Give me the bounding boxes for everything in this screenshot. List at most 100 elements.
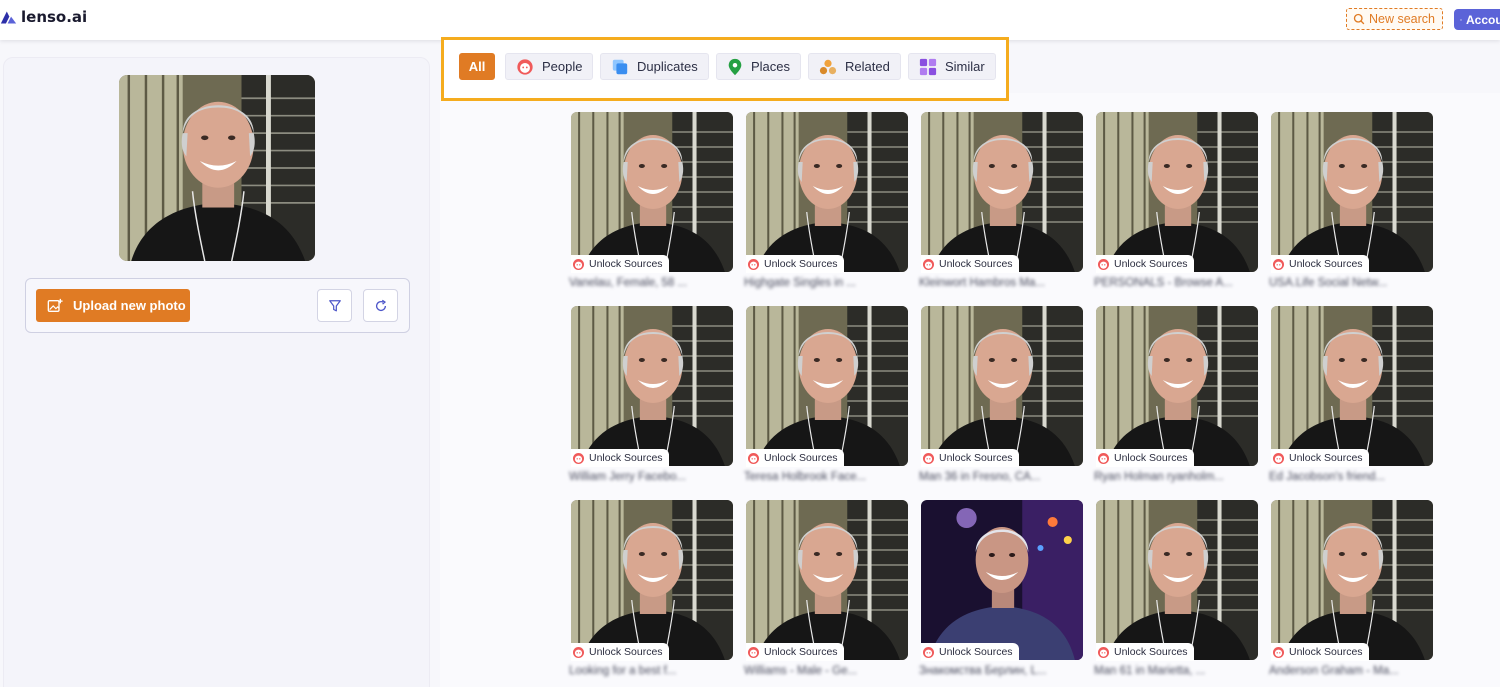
result-thumbnail[interactable] bbox=[1271, 112, 1433, 272]
unlock-sources-badge[interactable]: Unlock Sources bbox=[1271, 643, 1369, 661]
result-caption[interactable]: Teresa Holbrook Face... bbox=[744, 471, 909, 483]
portrait-image bbox=[921, 500, 1083, 660]
result-caption[interactable]: Vanelau, Female, 58 ... bbox=[569, 277, 734, 289]
unlock-sources-label: Unlock Sources bbox=[1114, 646, 1188, 658]
portrait-image bbox=[746, 306, 908, 466]
result-thumbnail[interactable] bbox=[746, 500, 908, 660]
result-thumbnail[interactable] bbox=[921, 306, 1083, 466]
unlock-sources-badge[interactable]: Unlock Sources bbox=[921, 449, 1019, 467]
account-label: Account bbox=[1466, 12, 1500, 27]
result-card[interactable]: Unlock Sources Ryan Holman ryanholm... bbox=[1094, 306, 1259, 491]
unlock-sources-badge[interactable]: Unlock Sources bbox=[746, 449, 844, 467]
tab-places[interactable]: Places bbox=[716, 53, 802, 80]
result-caption[interactable]: USA.Life Social Netw... bbox=[1269, 277, 1434, 289]
unlock-sources-label: Unlock Sources bbox=[764, 646, 838, 658]
result-card[interactable]: Unlock Sources William Jerry Facebo... bbox=[569, 306, 734, 491]
result-thumbnail[interactable] bbox=[921, 500, 1083, 660]
result-card[interactable]: Unlock Sources Teresa Holbrook Face... bbox=[744, 306, 909, 491]
tab-all[interactable]: All bbox=[459, 53, 495, 80]
filter-button[interactable] bbox=[317, 289, 352, 322]
result-thumbnail[interactable] bbox=[571, 500, 733, 660]
result-card[interactable]: Unlock Sources Looking for a best f... bbox=[569, 500, 734, 685]
result-caption[interactable]: Williams - Male - Ge... bbox=[744, 665, 909, 677]
result-caption[interactable]: PERSONALS - Browse A... bbox=[1094, 277, 1259, 289]
people-face-icon bbox=[1272, 452, 1285, 464]
unlock-sources-badge[interactable]: Unlock Sources bbox=[1271, 255, 1369, 273]
unlock-sources-label: Unlock Sources bbox=[589, 258, 663, 270]
result-card[interactable]: Unlock Sources Ed Jacobson's friend... bbox=[1269, 306, 1434, 491]
unlock-sources-badge[interactable]: Unlock Sources bbox=[1096, 643, 1194, 661]
unlock-sources-badge[interactable]: Unlock Sources bbox=[1096, 255, 1194, 273]
people-face-icon bbox=[517, 58, 533, 75]
portrait-image bbox=[1271, 112, 1433, 272]
query-photo bbox=[119, 75, 315, 261]
unlock-sources-label: Unlock Sources bbox=[1114, 452, 1188, 464]
add-image-icon bbox=[47, 298, 63, 312]
tab-duplicates-label: Duplicates bbox=[637, 59, 698, 74]
result-caption[interactable]: Anderson Graham - Ma... bbox=[1269, 665, 1434, 677]
refresh-button[interactable] bbox=[363, 289, 398, 322]
result-thumbnail[interactable] bbox=[571, 112, 733, 272]
portrait-image bbox=[571, 306, 733, 466]
unlock-sources-badge[interactable]: Unlock Sources bbox=[571, 643, 669, 661]
result-thumbnail[interactable] bbox=[571, 306, 733, 466]
result-thumbnail[interactable] bbox=[1096, 500, 1258, 660]
logo[interactable]: lenso.ai bbox=[0, 8, 87, 26]
result-caption[interactable]: Man 36 in Fresno, CA... bbox=[919, 471, 1084, 483]
portrait-image bbox=[921, 112, 1083, 272]
result-caption[interactable]: Ed Jacobson's friend... bbox=[1269, 471, 1434, 483]
result-caption[interactable]: Ryan Holman ryanholm... bbox=[1094, 471, 1259, 483]
result-card[interactable]: Unlock Sources Anderson Graham - Ma... bbox=[1269, 500, 1434, 685]
unlock-sources-badge[interactable]: Unlock Sources bbox=[921, 643, 1019, 661]
result-card[interactable]: Unlock Sources Williams - Male - Ge... bbox=[744, 500, 909, 685]
portrait-image bbox=[921, 306, 1083, 466]
result-thumbnail[interactable] bbox=[1271, 500, 1433, 660]
result-card[interactable]: Unlock Sources Highgate Singles in ... bbox=[744, 112, 909, 297]
upload-new-photo-button[interactable]: Upload new photo bbox=[36, 289, 190, 322]
unlock-sources-badge[interactable]: Unlock Sources bbox=[1096, 449, 1194, 467]
tab-related[interactable]: Related bbox=[808, 53, 901, 80]
top-bar: lenso.ai New search Account bbox=[0, 0, 1500, 40]
result-caption[interactable]: Looking for a best f... bbox=[569, 665, 734, 677]
unlock-sources-badge[interactable]: Unlock Sources bbox=[746, 643, 844, 661]
tab-duplicates[interactable]: Duplicates bbox=[600, 53, 709, 80]
people-face-icon bbox=[572, 258, 585, 270]
portrait-image bbox=[571, 500, 733, 660]
unlock-sources-badge[interactable]: Unlock Sources bbox=[571, 449, 669, 467]
result-caption[interactable]: Знакомства Берлин, L... bbox=[919, 665, 1084, 677]
result-thumbnail[interactable] bbox=[1271, 306, 1433, 466]
result-thumbnail[interactable] bbox=[921, 112, 1083, 272]
result-card[interactable]: Unlock Sources USA.Life Social Netw... bbox=[1269, 112, 1434, 297]
result-thumbnail[interactable] bbox=[1096, 112, 1258, 272]
people-face-icon bbox=[1097, 646, 1110, 658]
unlock-sources-badge[interactable]: Unlock Sources bbox=[921, 255, 1019, 273]
result-card[interactable]: Unlock Sources Vanelau, Female, 58 ... bbox=[569, 112, 734, 297]
result-card[interactable]: Unlock Sources Знакомства Берлин, L... bbox=[919, 500, 1084, 685]
result-caption[interactable]: Highgate Singles in ... bbox=[744, 277, 909, 289]
unlock-sources-badge[interactable]: Unlock Sources bbox=[571, 255, 669, 273]
account-button[interactable]: Account bbox=[1454, 9, 1500, 30]
result-caption[interactable]: Man 61 in Marietta, ... bbox=[1094, 665, 1259, 677]
related-cluster-icon bbox=[819, 59, 837, 74]
tab-similar[interactable]: Similar bbox=[908, 53, 996, 80]
unlock-sources-label: Unlock Sources bbox=[1289, 258, 1363, 270]
unlock-sources-label: Unlock Sources bbox=[1289, 646, 1363, 658]
unlock-sources-label: Unlock Sources bbox=[939, 646, 1013, 658]
refresh-icon bbox=[375, 299, 386, 311]
result-caption[interactable]: William Jerry Facebo... bbox=[569, 471, 734, 483]
result-thumbnail[interactable] bbox=[746, 306, 908, 466]
unlock-sources-badge[interactable]: Unlock Sources bbox=[1271, 449, 1369, 467]
result-caption[interactable]: Kleinwort Hambros Ma... bbox=[919, 277, 1084, 289]
result-card[interactable]: Unlock Sources Kleinwort Hambros Ma... bbox=[919, 112, 1084, 297]
tab-people[interactable]: People bbox=[505, 53, 594, 80]
new-search-label: New search bbox=[1369, 12, 1435, 26]
new-search-button[interactable]: New search bbox=[1346, 8, 1443, 30]
result-thumbnail[interactable] bbox=[1096, 306, 1258, 466]
result-card[interactable]: Unlock Sources PERSONALS - Browse A... bbox=[1094, 112, 1259, 297]
unlock-sources-badge[interactable]: Unlock Sources bbox=[746, 255, 844, 273]
result-thumbnail[interactable] bbox=[746, 112, 908, 272]
result-card[interactable]: Unlock Sources Man 61 in Marietta, ... bbox=[1094, 500, 1259, 685]
unlock-sources-label: Unlock Sources bbox=[589, 646, 663, 658]
people-face-icon bbox=[747, 646, 760, 658]
result-card[interactable]: Unlock Sources Man 36 in Fresno, CA... bbox=[919, 306, 1084, 491]
